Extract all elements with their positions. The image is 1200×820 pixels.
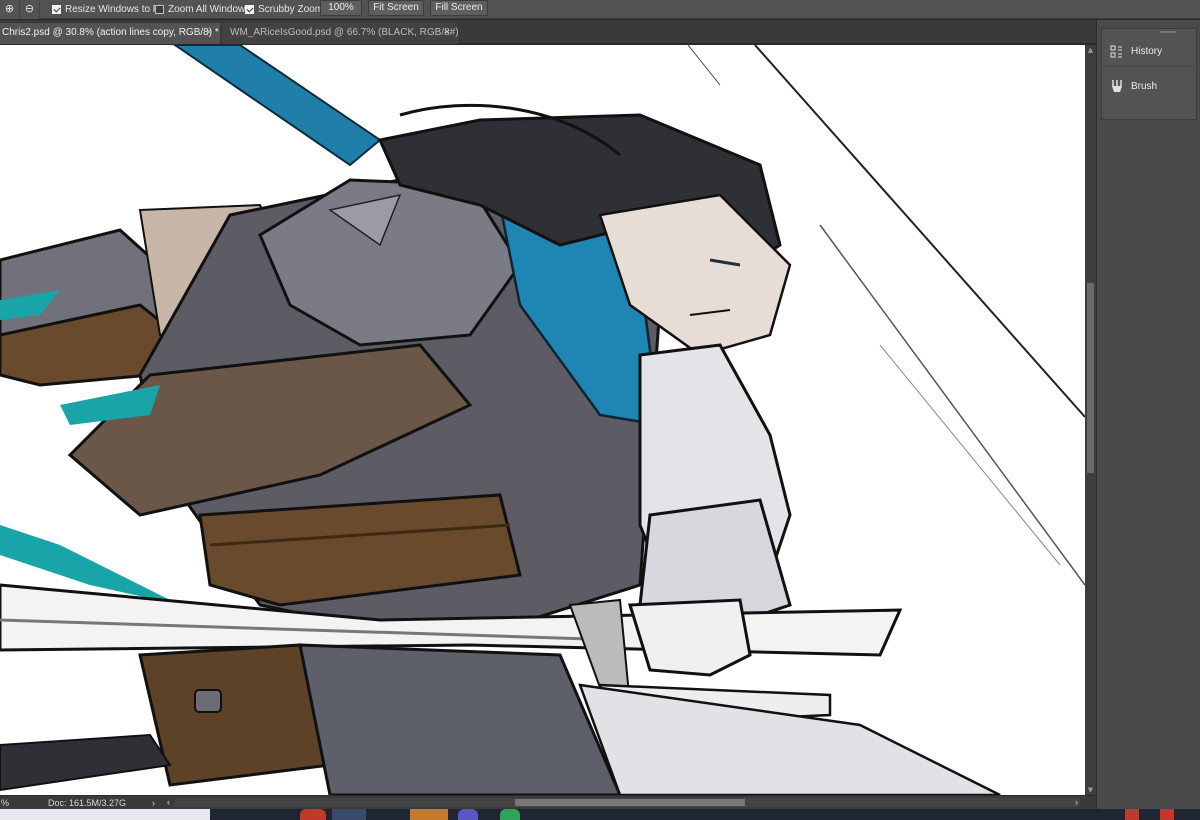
zoom-all-windows-label: Zoom All Windows (168, 3, 251, 15)
resize-windows-to-fit-label: Resize Windows to Fit (65, 3, 164, 15)
brush-label: Brush (1131, 80, 1158, 92)
artwork-illustration (0, 45, 1085, 795)
zoom-out-icon[interactable]: ⊖ (20, 0, 40, 19)
scroll-right-icon[interactable]: › (1075, 796, 1078, 808)
scroll-left-icon[interactable]: ‹ (167, 796, 170, 808)
document-tab-bar: Chris2.psd @ 30.8% (action lines copy, R… (0, 20, 1096, 44)
actual-pixels-button[interactable]: 100% (320, 0, 362, 16)
taskbar-app-icon[interactable] (458, 809, 478, 820)
taskbar-app-icon[interactable] (332, 809, 366, 820)
taskbar-app-icon[interactable] (410, 809, 448, 820)
vertical-scroll-thumb[interactable] (1087, 283, 1094, 473)
tray-icon[interactable] (1125, 809, 1139, 820)
doc-size-info: Doc: 161.5M/3.27G (48, 798, 127, 808)
status-bar: % Doc: 161.5M/3.27G › ‹ › (0, 795, 1096, 809)
brush-icon (1112, 80, 1122, 92)
checkbox-unchecked-icon (155, 4, 164, 14)
tab-wm-ariceisgood[interactable]: WM_ARiceIsGood.psd @ 66.7% (BLACK, RGB/8… (222, 23, 459, 44)
scrubby-zoom-label: Scrubby Zoom (258, 3, 324, 15)
zoom-level[interactable]: % (1, 797, 9, 809)
close-tab-icon[interactable]: × (444, 23, 450, 43)
horizontal-scroll-thumb[interactable] (515, 799, 745, 806)
document-canvas[interactable] (0, 45, 1085, 795)
tab-chris2[interactable]: Chris2.psd @ 30.8% (action lines copy, R… (0, 23, 220, 44)
zoom-all-windows-checkbox[interactable]: Zoom All Windows (155, 1, 250, 17)
status-menu-arrow-icon[interactable]: › (152, 797, 155, 809)
scroll-down-icon[interactable]: ▼ (1086, 785, 1095, 795)
horizontal-scrollbar[interactable]: ‹ › (167, 796, 1080, 808)
history-label: History (1131, 46, 1163, 57)
tab-label: Chris2.psd @ 30.8% (action lines copy, R… (2, 27, 219, 38)
taskbar-app-icon[interactable] (500, 809, 520, 820)
vertical-scrollbar[interactable]: ▲ ▼ (1085, 45, 1096, 795)
history-icon (1110, 45, 1122, 57)
options-bar: ⊕ ⊖ Resize Windows to Fit Zoom All Windo… (0, 0, 1200, 19)
brush-panel-button[interactable]: Brush (1102, 71, 1198, 101)
right-panel-dock: History Brush (1096, 20, 1200, 809)
history-panel-button[interactable]: History (1102, 37, 1198, 67)
fit-screen-button[interactable]: Fit Screen (368, 0, 424, 16)
fill-screen-button[interactable]: Fill Screen (430, 0, 488, 16)
taskbar-app-icon[interactable] (300, 809, 326, 820)
os-taskbar (0, 809, 1200, 820)
panel-grip-icon[interactable] (1160, 31, 1176, 33)
checkbox-checked-icon (245, 4, 254, 14)
scroll-up-icon[interactable]: ▲ (1086, 45, 1095, 55)
scrubby-zoom-checkbox[interactable]: Scrubby Zoom (245, 1, 323, 17)
resize-windows-to-fit-checkbox[interactable]: Resize Windows to Fit (52, 1, 164, 17)
taskbar-search-area[interactable] (0, 809, 210, 820)
collapsed-panel-column: History Brush (1101, 28, 1198, 120)
tray-icon[interactable] (1160, 809, 1174, 820)
close-tab-icon[interactable]: × (206, 23, 212, 43)
zoom-in-icon[interactable]: ⊕ (0, 0, 20, 19)
tab-label: WM_ARiceIsGood.psd @ 66.7% (BLACK, RGB/8… (230, 27, 459, 38)
checkbox-checked-icon (52, 4, 61, 14)
